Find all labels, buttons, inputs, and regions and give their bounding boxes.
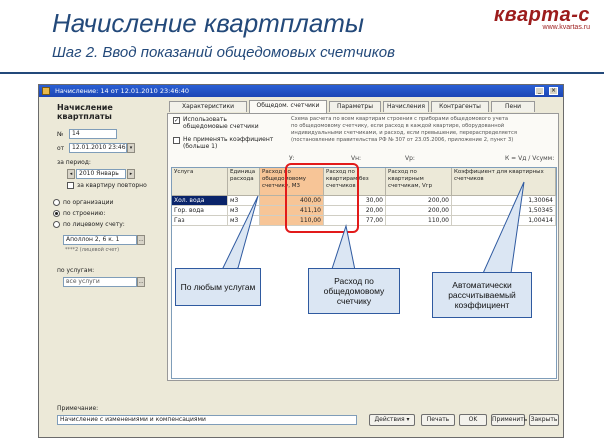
callout-coefficient: Автоматически рассчитываемый коэффициент (432, 272, 532, 318)
callout-pointers (197, 181, 525, 286)
callout-common-meter: Расход по общедомовому счетчику (308, 268, 400, 314)
callout-services: По любым услугам (175, 268, 261, 306)
pointer-coef (479, 181, 525, 281)
